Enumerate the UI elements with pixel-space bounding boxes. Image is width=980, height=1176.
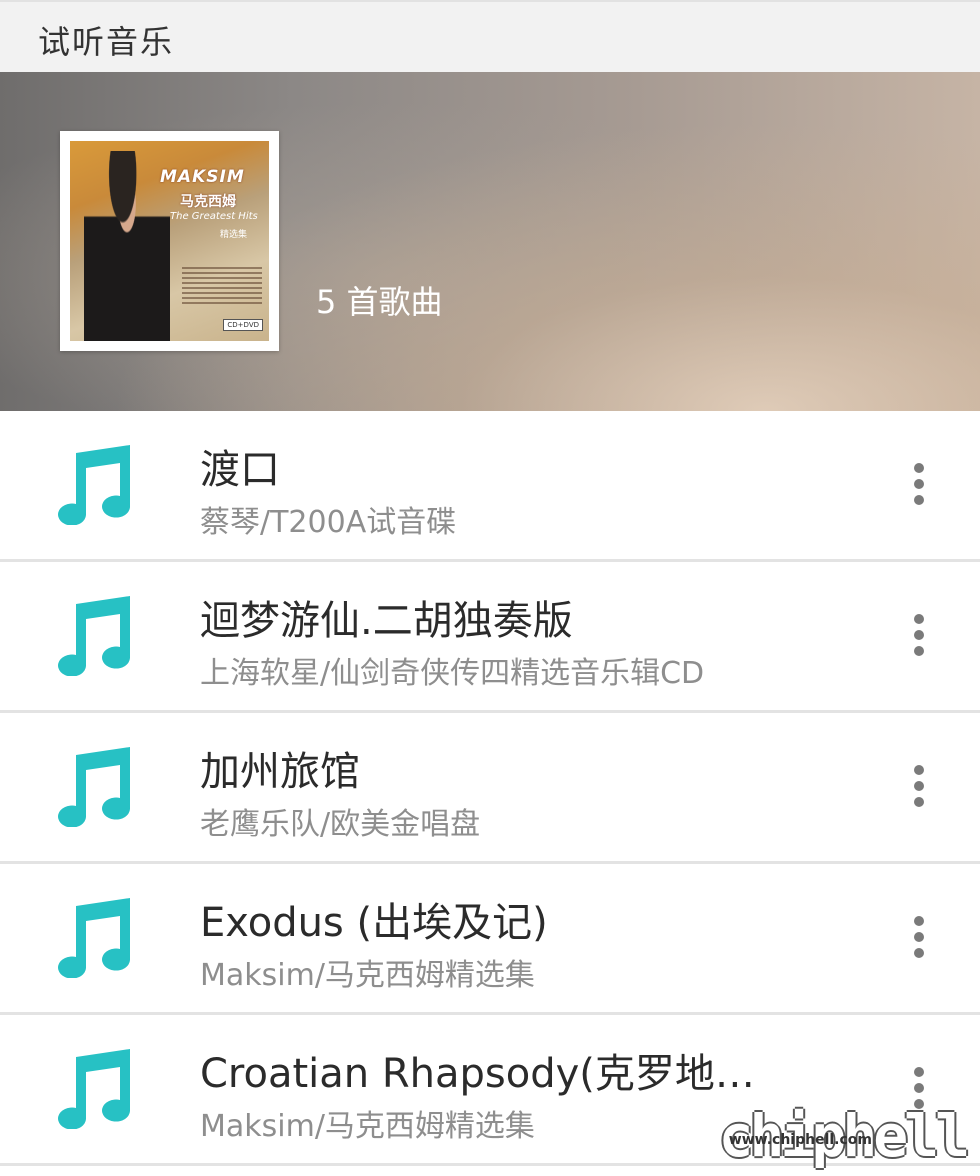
album-art-portrait bbox=[84, 151, 170, 341]
album-cover[interactable]: MAKSIM 马克西姆 The Greatest Hits 精选集 CD+DVD bbox=[60, 131, 279, 351]
song-meta: Maksim/马克西姆精选集 bbox=[200, 958, 535, 993]
song-row[interactable]: 迴梦游仙.二胡独奏版 上海软星/仙剑奇侠传四精选音乐辑CD bbox=[0, 562, 980, 713]
album-art: MAKSIM 马克西姆 The Greatest Hits 精选集 CD+DVD bbox=[70, 141, 269, 341]
song-title: 迴梦游仙.二胡独奏版 bbox=[200, 598, 573, 644]
album-art-subtitle-cn: 精选集 bbox=[220, 230, 248, 240]
song-row[interactable]: Exodus (出埃及记) Maksim/马克西姆精选集 bbox=[0, 864, 980, 1015]
page-title: 试听音乐 bbox=[38, 23, 175, 61]
music-note-icon bbox=[58, 596, 130, 676]
music-note-icon bbox=[58, 747, 130, 827]
song-title: Croatian Rhapsody(克罗地… bbox=[200, 1051, 755, 1097]
title-bar: 试听音乐 bbox=[0, 0, 980, 72]
album-art-subtitle: The Greatest Hits bbox=[170, 211, 258, 222]
watermark-url: www.chiphell.com bbox=[728, 1132, 872, 1148]
album-art-brand: MAKSIM bbox=[160, 167, 245, 187]
album-header: MAKSIM 马克西姆 The Greatest Hits 精选集 CD+DVD… bbox=[0, 72, 980, 411]
music-note-icon bbox=[58, 898, 130, 978]
song-meta: 上海软星/仙剑奇侠传四精选音乐辑CD bbox=[200, 656, 705, 691]
more-vertical-icon[interactable] bbox=[904, 916, 934, 962]
song-row[interactable]: 加州旅馆 老鹰乐队/欧美金唱盘 bbox=[0, 713, 980, 864]
music-note-icon bbox=[58, 1049, 130, 1129]
song-meta: Maksim/马克西姆精选集 bbox=[200, 1109, 535, 1144]
album-art-brand-cn: 马克西姆 bbox=[180, 194, 236, 210]
song-row[interactable]: 渡口 蔡琴/T200A试音碟 bbox=[0, 411, 980, 562]
music-note-icon bbox=[58, 445, 130, 525]
song-meta: 蔡琴/T200A试音碟 bbox=[200, 505, 457, 540]
song-meta: 老鹰乐队/欧美金唱盘 bbox=[200, 807, 481, 842]
song-title: Exodus (出埃及记) bbox=[200, 900, 548, 946]
song-count: 5 首歌曲 bbox=[316, 283, 443, 321]
more-vertical-icon[interactable] bbox=[904, 614, 934, 660]
album-art-format-tag: CD+DVD bbox=[223, 319, 263, 331]
song-title: 渡口 bbox=[200, 447, 280, 493]
more-vertical-icon[interactable] bbox=[904, 765, 934, 811]
album-art-fine-print bbox=[182, 267, 262, 307]
song-list: 渡口 蔡琴/T200A试音碟 迴梦游仙.二胡独奏版 上海软星/仙剑奇侠传四精选音… bbox=[0, 411, 980, 1166]
more-vertical-icon[interactable] bbox=[904, 463, 934, 509]
song-title: 加州旅馆 bbox=[200, 749, 360, 795]
